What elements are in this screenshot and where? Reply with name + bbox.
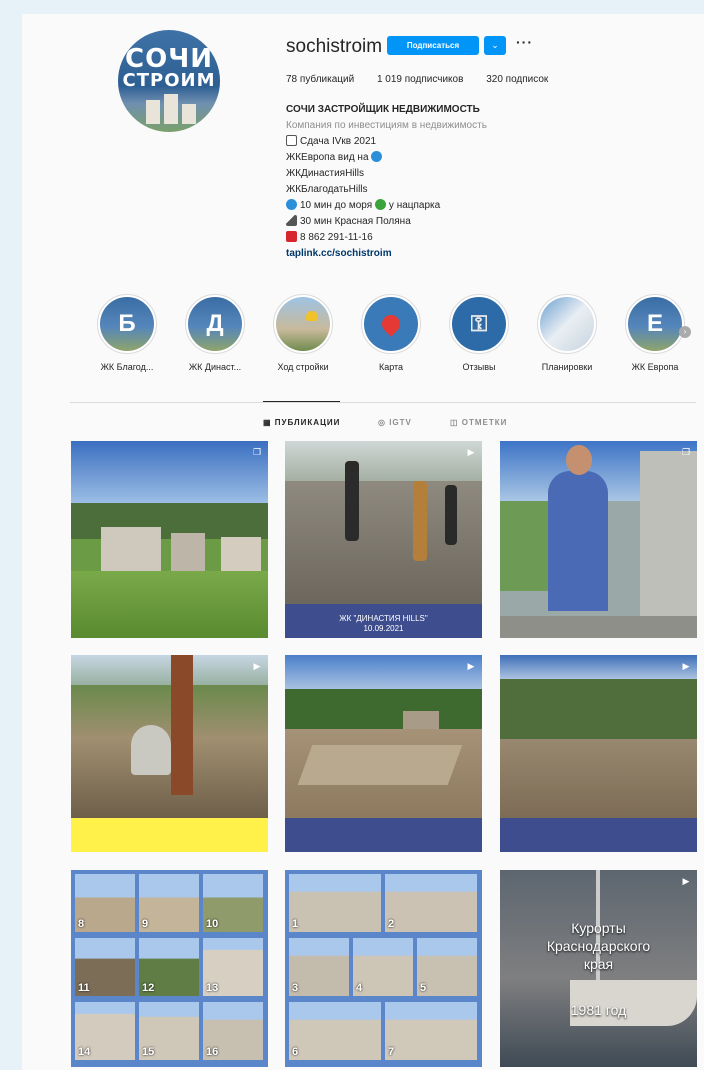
highlight-item[interactable]: Ход стройки	[263, 294, 343, 372]
highlight-item[interactable]: Д ЖК Династ...	[175, 294, 255, 372]
post-tile[interactable]: ▶	[285, 655, 482, 852]
collage-cell: 14	[75, 1002, 135, 1060]
highlight-item[interactable]: ⚿ Отзывы	[439, 294, 519, 372]
highlight-label: ЖК Благод...	[100, 362, 154, 372]
collage-cell: 1	[289, 874, 381, 932]
tab-posts[interactable]: ▦ ПУБЛИКАЦИИ	[263, 401, 341, 427]
highlight-cover: Е	[628, 297, 682, 351]
post-tile[interactable]: 1 2 3 4 5 6 7	[285, 870, 482, 1067]
highlight-label: Ход стройки	[277, 362, 329, 372]
collage-cell: 13	[203, 938, 263, 996]
collage-cell: 8	[75, 874, 135, 932]
video-play-icon: ▶	[467, 661, 475, 671]
highlight-label: Карта	[378, 362, 404, 372]
collage-cell: 6	[289, 1002, 381, 1060]
wave-icon	[371, 151, 383, 162]
highlight-item[interactable]: Карта	[351, 294, 431, 372]
video-play-icon: ▶	[253, 661, 261, 671]
video-play-icon: ▶	[682, 876, 690, 886]
carousel-icon: ❐	[252, 447, 262, 457]
collage-cell: 4	[353, 938, 413, 996]
bio-category: Компания по инвестициям в недвижимость	[286, 120, 487, 131]
highlight-cover: Д	[188, 297, 242, 351]
post-caption-line: Краснодарского	[546, 938, 651, 954]
post-tile[interactable]: ▶	[500, 655, 697, 852]
subscribe-button[interactable]: Подписаться	[387, 36, 479, 55]
video-play-icon: ▶	[682, 661, 690, 671]
post-caption-line: края	[583, 956, 614, 972]
post-tile[interactable]: ❐	[500, 441, 697, 638]
bio-line: 30 мин Красная Поляна	[286, 214, 487, 230]
avatar-text-line2: СТРОИМ	[122, 70, 216, 91]
collage-cell: 15	[139, 1002, 199, 1060]
post-caption-line: Курорты	[571, 920, 626, 936]
highlight-label: ЖК Европа	[631, 362, 679, 372]
carousel-icon: ❐	[681, 447, 691, 457]
bio-title: СОЧИ ЗАСТРОЙЩИК НЕДВИЖИМОСТЬ	[286, 104, 480, 115]
highlight-cover	[276, 297, 330, 351]
highlight-cover: ⚿	[452, 297, 506, 351]
bio-line: ЖКЕвропа вид на	[286, 150, 487, 166]
collage-cell: 12	[139, 938, 199, 996]
bio-line: Сдача IVкв 2021	[286, 134, 487, 150]
highlight-item[interactable]: Планировки	[527, 294, 607, 372]
highlight-cover	[540, 297, 594, 351]
highlight-label: Отзывы	[462, 362, 496, 372]
chevron-right-icon[interactable]: ›	[679, 326, 691, 338]
post-tile[interactable]: ▶	[71, 655, 268, 852]
highlight-cover	[364, 297, 418, 351]
profile-username: sochistroim	[286, 36, 383, 57]
profile-page: СОЧИ СТРОИМ sochistroim Подписаться ⌄ ··…	[22, 14, 704, 1070]
post-tile[interactable]: ❐	[71, 441, 268, 638]
collage-cell: 16	[203, 1002, 263, 1060]
highlight-label: ЖК Династ...	[188, 362, 242, 372]
tab-tagged[interactable]: ◫ ОТМЕТКИ	[450, 418, 507, 427]
post-caption-line: 1981 год	[570, 1002, 627, 1018]
profile-avatar[interactable]: СОЧИ СТРОИМ	[118, 30, 220, 132]
tab-igtv[interactable]: ◎ IGTV	[378, 418, 412, 427]
post-tile[interactable]: Курорты Краснодарского края 1981 год ▶	[500, 870, 697, 1067]
following-count[interactable]: 320 подписок	[486, 74, 548, 85]
post-tile[interactable]: ЖК "ДИНАСТИЯ HILLS" 10.09.2021 ▶	[285, 441, 482, 638]
collage-cell: 5	[417, 938, 477, 996]
more-options-icon[interactable]: ···	[516, 34, 533, 50]
wave-icon	[286, 199, 297, 210]
post-caption-line: 10.09.2021	[363, 624, 404, 633]
followers-count[interactable]: 1 019 подписчиков	[377, 74, 463, 85]
collage-cell: 2	[385, 874, 477, 932]
keys-icon: ⚿	[470, 311, 488, 336]
collage-cell: 9	[139, 874, 199, 932]
posts-count[interactable]: 78 публикаций	[286, 74, 354, 85]
mountain-icon	[286, 215, 297, 226]
chevron-down-icon[interactable]: ⌄	[484, 36, 506, 55]
tree-icon	[374, 199, 386, 210]
highlight-cover: Б	[100, 297, 154, 351]
map-pin-icon	[378, 311, 404, 337]
profile-stats: 78 публикаций 1 019 подписчиков 320 подп…	[286, 74, 568, 85]
bio-line: ЖКДинастияHills	[286, 168, 364, 179]
bio-line: 8 862 291-11-16	[286, 230, 487, 246]
collage-cell: 11	[75, 938, 135, 996]
collage-cell: 7	[385, 1002, 477, 1060]
collage-cell: 10	[203, 874, 263, 932]
video-play-icon: ▶	[467, 447, 475, 457]
phone-icon	[286, 231, 297, 242]
collage-cell: 3	[289, 938, 349, 996]
post-tile[interactable]: 8 9 10 11 12 13 14 15 16	[71, 870, 268, 1067]
tabs-divider	[70, 402, 696, 403]
checkbox-icon	[286, 135, 297, 146]
bio-line: ЖКБлагодатьHills	[286, 184, 368, 195]
post-caption-line: ЖК "ДИНАСТИЯ HILLS"	[339, 614, 428, 623]
highlight-item[interactable]: Б ЖК Благод...	[87, 294, 167, 372]
bio-link[interactable]: taplink.cc/sochistroim	[286, 246, 487, 262]
profile-bio: СОЧИ ЗАСТРОЙЩИК НЕДВИЖИМОСТЬ Компания по…	[286, 102, 487, 262]
bio-line: 10 мин до моря у нацпарка	[286, 198, 487, 214]
highlight-label: Планировки	[541, 362, 593, 372]
